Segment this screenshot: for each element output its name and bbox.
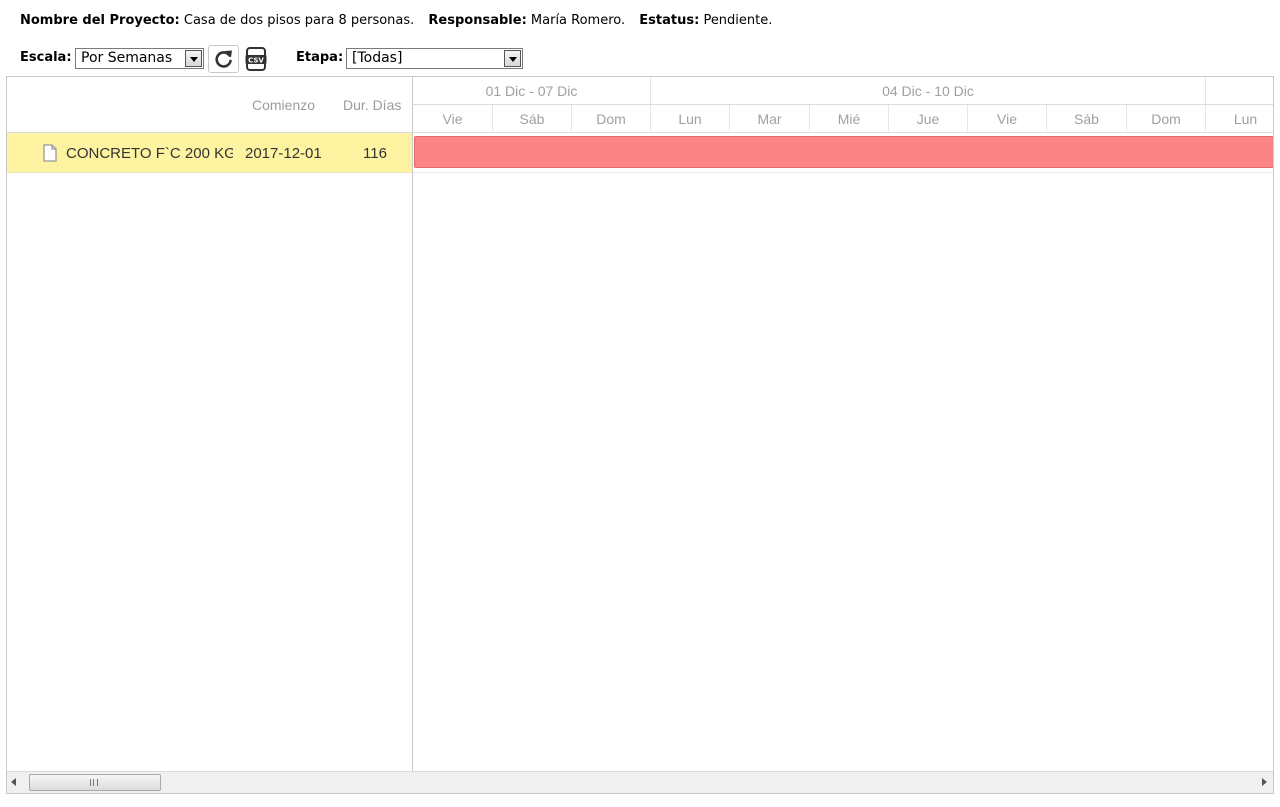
- task-grid: Comienzo Dur. Días CONCRETO F`C 200 KG 2…: [7, 77, 413, 771]
- day-header: Vie: [413, 105, 493, 133]
- task-name: CONCRETO F`C 200 KG: [66, 145, 233, 162]
- task-row[interactable]: CONCRETO F`C 200 KG 2017-12-01 116: [7, 133, 412, 173]
- status-label: Estatus:: [639, 13, 700, 28]
- scale-select-value: Por Semanas: [81, 50, 173, 66]
- task-duration: 116: [363, 145, 387, 162]
- file-icon: [43, 144, 57, 162]
- gantt-chart: Comienzo Dur. Días CONCRETO F`C 200 KG 2…: [6, 76, 1274, 794]
- day-header: Lun: [651, 105, 730, 133]
- timeline-panel: 01 Dic - 07 Dic 04 Dic - 10 Dic Vie Sáb …: [413, 77, 1273, 771]
- week-header: 01 Dic - 07 Dic: [413, 77, 651, 105]
- stage-select-value: [Todas]: [352, 50, 403, 66]
- week-header: [1206, 77, 1273, 105]
- grip-icon: [90, 779, 98, 786]
- day-header: Jue: [889, 105, 968, 133]
- responsible-label: Responsable:: [428, 13, 527, 28]
- column-start[interactable]: Comienzo: [252, 97, 315, 113]
- timeline-week-scale: 01 Dic - 07 Dic 04 Dic - 10 Dic: [413, 77, 1273, 105]
- chevron-down-icon: [185, 50, 202, 67]
- day-header: Dom: [1127, 105, 1206, 133]
- csv-export-icon: CSV: [245, 47, 267, 71]
- day-header: Dom: [572, 105, 651, 133]
- task-bar[interactable]: [414, 136, 1273, 168]
- scrollbar-thumb[interactable]: [29, 774, 161, 791]
- week-header: 04 Dic - 10 Dic: [651, 77, 1206, 105]
- day-header: Lun: [1206, 105, 1273, 133]
- day-header: Mié: [810, 105, 889, 133]
- toolbar: Escala: Por Semanas CSV Etapa: [Todas]: [20, 45, 620, 73]
- stage-label: Etapa:: [296, 50, 344, 65]
- scroll-right-icon[interactable]: [1262, 778, 1267, 786]
- refresh-icon: [215, 50, 232, 68]
- project-name: Casa de dos pisos para 8 personas.: [183, 13, 415, 28]
- grid-header: Comienzo Dur. Días: [7, 77, 412, 133]
- stage-select[interactable]: [Todas]: [346, 48, 523, 69]
- csv-export-button[interactable]: CSV: [245, 47, 267, 71]
- scale-label: Escala:: [20, 50, 72, 65]
- day-header: Vie: [968, 105, 1047, 133]
- day-header: Sáb: [1047, 105, 1127, 133]
- refresh-button[interactable]: [208, 45, 239, 73]
- day-header: Mar: [730, 105, 810, 133]
- task-start: 2017-12-01: [245, 145, 322, 162]
- horizontal-scrollbar[interactable]: [7, 771, 1273, 793]
- csv-icon-text: CSV: [248, 56, 264, 64]
- column-duration[interactable]: Dur. Días: [343, 97, 401, 113]
- chevron-down-icon: [504, 50, 521, 67]
- project-info: Nombre del Proyecto: Casa de dos pisos p…: [20, 13, 772, 28]
- responsible-name: María Romero.: [530, 13, 626, 28]
- day-header: Sáb: [493, 105, 572, 133]
- scroll-left-icon[interactable]: [11, 778, 16, 786]
- status-value: Pendiente.: [703, 13, 773, 28]
- timeline-day-scale: Vie Sáb Dom Lun Mar Mié Jue Vie Sáb Dom …: [413, 105, 1273, 133]
- scale-select[interactable]: Por Semanas: [75, 48, 204, 69]
- project-name-label: Nombre del Proyecto:: [20, 13, 180, 28]
